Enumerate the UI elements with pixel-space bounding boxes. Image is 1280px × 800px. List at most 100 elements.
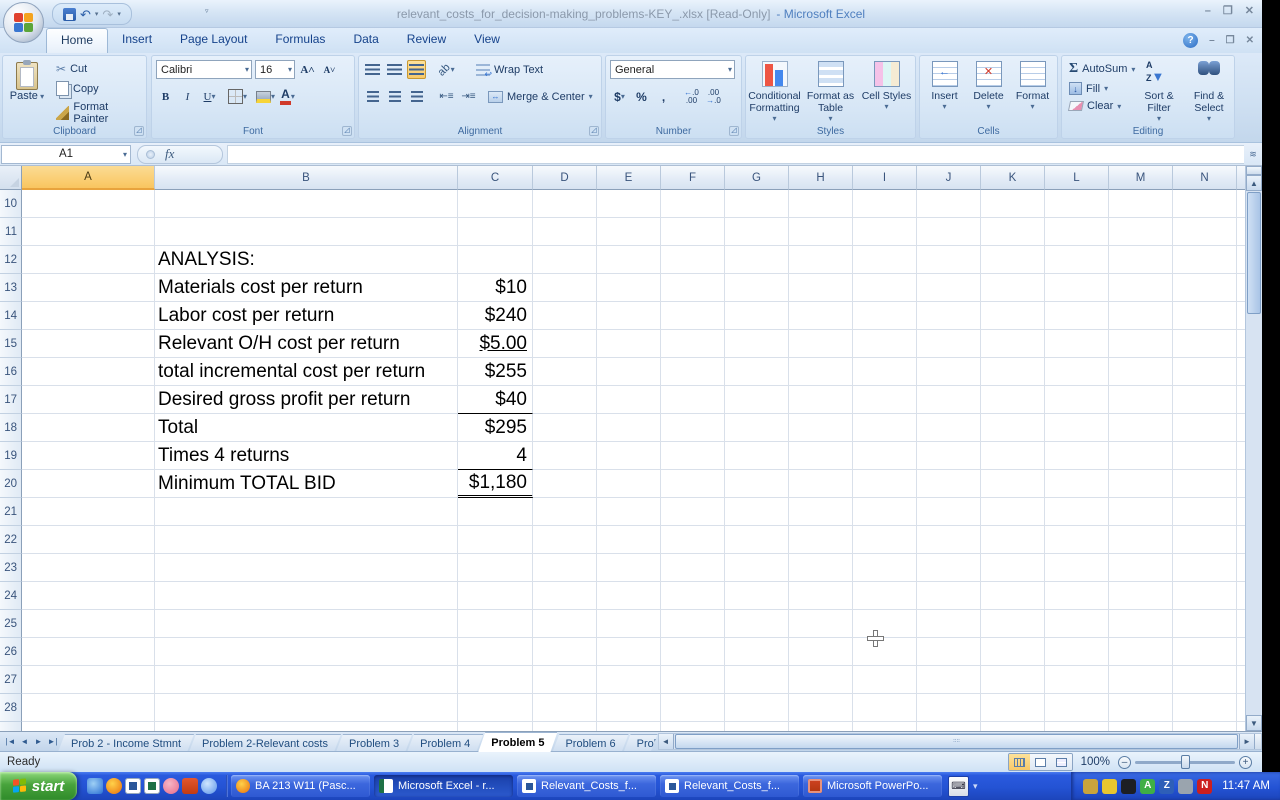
wrap-text-button[interactable]: Wrap Text — [473, 63, 546, 77]
cell-B19[interactable]: Times 4 returns — [155, 442, 458, 470]
task-button-2-relevant-costs-f[interactable]: Relevant_Costs_f... — [517, 775, 656, 797]
cell-styles-button[interactable]: Cell Styles — [859, 58, 915, 123]
font-dialog-launcher-icon[interactable] — [342, 126, 352, 136]
cell-E25[interactable] — [597, 610, 661, 638]
conditional-formatting-button[interactable]: Conditional Formatting — [747, 58, 803, 123]
cell-D23[interactable] — [533, 554, 597, 582]
help-icon[interactable] — [1183, 33, 1198, 48]
cell-A25[interactable] — [22, 610, 155, 638]
cell-L24[interactable] — [1045, 582, 1109, 610]
cell-G28[interactable] — [725, 694, 789, 722]
cell-A22[interactable] — [22, 526, 155, 554]
accounting-format-button[interactable]: $ — [610, 87, 629, 106]
cell-B21[interactable] — [155, 498, 458, 526]
cell-K17[interactable] — [981, 386, 1045, 414]
page-break-view-button[interactable] — [1051, 754, 1072, 770]
cell-C21[interactable] — [458, 498, 533, 526]
bottom-align-button[interactable] — [407, 60, 426, 79]
number-format-combo[interactable]: General — [610, 60, 735, 79]
cell-N29[interactable] — [1173, 722, 1237, 731]
column-header-F[interactable]: F — [661, 166, 725, 190]
cell-K26[interactable] — [981, 638, 1045, 666]
cell-J18[interactable] — [917, 414, 981, 442]
cell-M29[interactable] — [1109, 722, 1173, 731]
cell-K25[interactable] — [981, 610, 1045, 638]
column-header-K[interactable]: K — [981, 166, 1045, 190]
cell-E20[interactable] — [597, 470, 661, 498]
cell-D16[interactable] — [533, 358, 597, 386]
column-header-L[interactable]: L — [1045, 166, 1109, 190]
cell-D22[interactable] — [533, 526, 597, 554]
cell-A26[interactable] — [22, 638, 155, 666]
ribbon-tab-formulas[interactable]: Formulas — [261, 28, 339, 53]
last-sheet-icon[interactable]: ►| — [46, 734, 59, 748]
name-box-dropdown-icon[interactable]: ▾ — [123, 150, 127, 159]
cell-C28[interactable] — [458, 694, 533, 722]
row-header-17[interactable]: 17 — [0, 386, 22, 414]
cell-B28[interactable] — [155, 694, 458, 722]
cell-H29[interactable] — [789, 722, 853, 731]
cell-G17[interactable] — [725, 386, 789, 414]
row-header-11[interactable]: 11 — [0, 218, 22, 246]
cell-C12[interactable] — [458, 246, 533, 274]
row-header-20[interactable]: 20 — [0, 470, 22, 498]
close-button-icon[interactable] — [1245, 6, 1254, 17]
cell-N12[interactable] — [1173, 246, 1237, 274]
cell-L28[interactable] — [1045, 694, 1109, 722]
tray-utility-icon[interactable] — [1121, 779, 1136, 794]
sheet-tab-prob-2-income-stmnt[interactable]: Prob 2 - Income Stmnt — [58, 734, 194, 752]
ribbon-tab-insert[interactable]: Insert — [108, 28, 166, 53]
cell-H13[interactable] — [789, 274, 853, 302]
fill-button[interactable]: ↓Fill — [1066, 81, 1138, 96]
cell-D15[interactable] — [533, 330, 597, 358]
cell-M12[interactable] — [1109, 246, 1173, 274]
cell-H12[interactable] — [789, 246, 853, 274]
cell-E14[interactable] — [597, 302, 661, 330]
row-header-22[interactable]: 22 — [0, 526, 22, 554]
cell-B10[interactable] — [155, 190, 458, 218]
cell-M13[interactable] — [1109, 274, 1173, 302]
column-header-A[interactable]: A — [22, 166, 155, 190]
cell-D14[interactable] — [533, 302, 597, 330]
cell-A17[interactable] — [22, 386, 155, 414]
sheet-tab-probl[interactable]: Probl — [624, 734, 658, 752]
insert-function-button[interactable]: fx — [137, 145, 223, 164]
tray-messenger-icon[interactable] — [1083, 779, 1098, 794]
cell-C22[interactable] — [458, 526, 533, 554]
cell-E24[interactable] — [597, 582, 661, 610]
cell-G11[interactable] — [725, 218, 789, 246]
cell-K22[interactable] — [981, 526, 1045, 554]
cell-K24[interactable] — [981, 582, 1045, 610]
cell-L14[interactable] — [1045, 302, 1109, 330]
decrease-indent-button[interactable]: ⇤≡ — [437, 87, 456, 106]
cell-I19[interactable] — [853, 442, 917, 470]
cell-J29[interactable] — [917, 722, 981, 731]
cell-C25[interactable] — [458, 610, 533, 638]
tray-antivirus-icon[interactable]: A — [1140, 779, 1155, 794]
percent-style-button[interactable]: % — [632, 87, 651, 106]
cell-J20[interactable] — [917, 470, 981, 498]
cell-M23[interactable] — [1109, 554, 1173, 582]
cell-J25[interactable] — [917, 610, 981, 638]
format-painter-button[interactable]: Format Painter — [53, 100, 146, 126]
grow-font-button[interactable]: A˄ — [298, 60, 317, 79]
cell-C18[interactable]: $295 — [458, 414, 533, 442]
cell-I22[interactable] — [853, 526, 917, 554]
cell-H15[interactable] — [789, 330, 853, 358]
cell-I15[interactable] — [853, 330, 917, 358]
cell-F21[interactable] — [661, 498, 725, 526]
cell-A12[interactable] — [22, 246, 155, 274]
cell-H10[interactable] — [789, 190, 853, 218]
cell-M27[interactable] — [1109, 666, 1173, 694]
cell-C20[interactable]: $1,180 — [458, 470, 533, 498]
cell-B15[interactable]: Relevant O/H cost per return — [155, 330, 458, 358]
cell-M16[interactable] — [1109, 358, 1173, 386]
restore-button-icon[interactable] — [1223, 6, 1233, 17]
cell-D21[interactable] — [533, 498, 597, 526]
cell-E26[interactable] — [597, 638, 661, 666]
ribbon-tab-page-layout[interactable]: Page Layout — [166, 28, 261, 53]
cell-B26[interactable] — [155, 638, 458, 666]
tray-security-shield-icon[interactable] — [1102, 779, 1117, 794]
insert-cells-button[interactable]: Insert — [923, 58, 967, 111]
cell-H22[interactable] — [789, 526, 853, 554]
